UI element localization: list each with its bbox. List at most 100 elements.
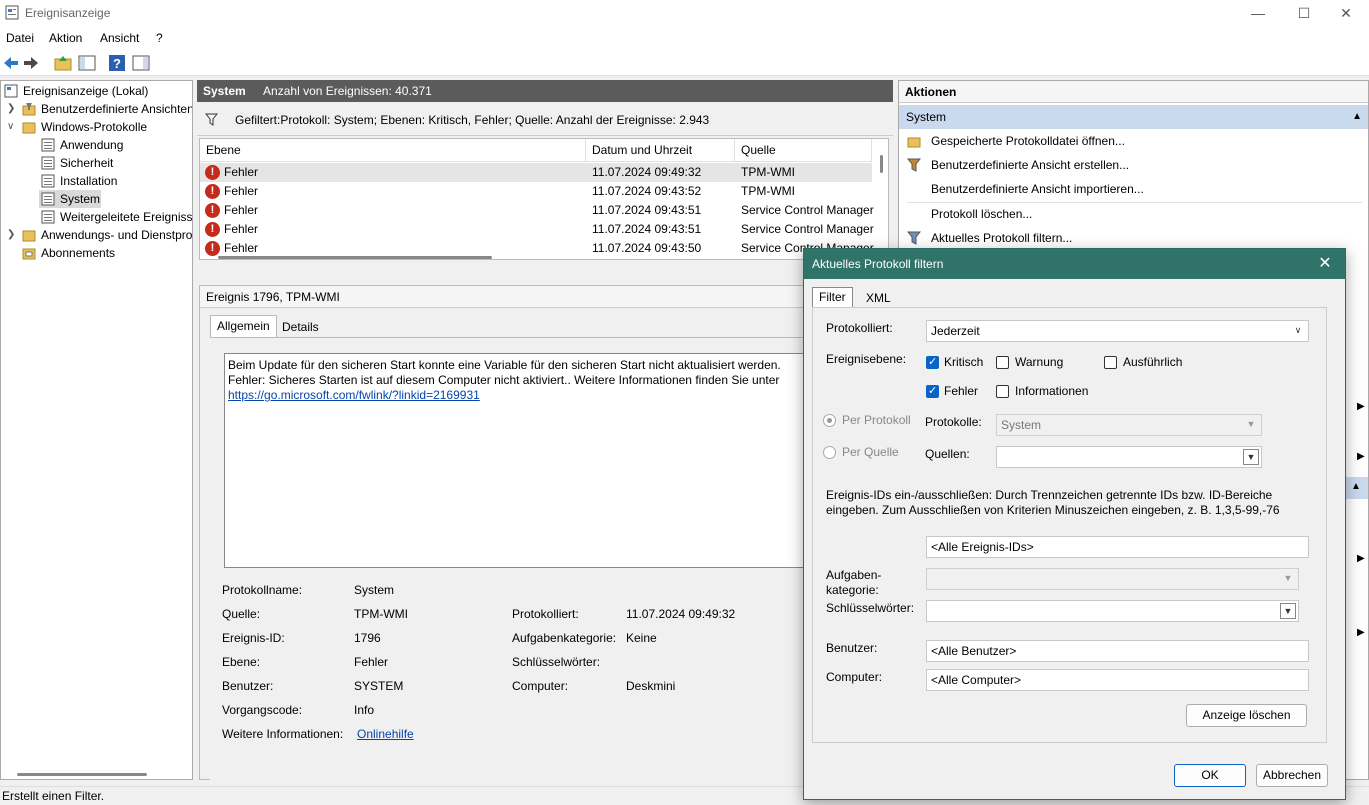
event-viewer-icon <box>4 84 18 98</box>
table-row[interactable]: ! Fehler 11.07.2024 09:43:52 TPM-WMI <box>200 182 872 201</box>
chevron-down-icon[interactable]: ▼ <box>1280 571 1296 587</box>
collapse-up-icon[interactable]: ▲ <box>1351 481 1361 492</box>
radio-by-log[interactable] <box>823 414 836 427</box>
menu-aktion[interactable]: Aktion <box>49 31 82 45</box>
event-help-link[interactable]: https://go.microsoft.com/fwlink/?linkid=… <box>228 388 480 402</box>
chevron-down-icon[interactable]: ▼ <box>1280 603 1296 619</box>
filter-icon <box>907 231 921 245</box>
forward-arrow-icon[interactable] <box>22 54 40 72</box>
center-pane: System Anzahl von Ereignissen: 40.371 Ge… <box>197 80 893 781</box>
chevron-right-icon[interactable]: ▶ <box>1357 401 1365 412</box>
checkbox-critical[interactable] <box>926 355 939 369</box>
menu-datei[interactable]: Datei <box>6 31 34 45</box>
subscriptions-icon <box>22 248 36 260</box>
chevron-right-icon[interactable]: ▶ <box>1357 627 1365 638</box>
event-description: Beim Update für den sicheren Start konnt… <box>224 353 824 568</box>
radio-by-source[interactable] <box>823 446 836 459</box>
open-folder-icon <box>907 137 921 148</box>
folder-filter-icon <box>22 103 36 116</box>
tree-subscriptions[interactable]: Abonnements <box>1 244 192 262</box>
tree-root[interactable]: Ereignisanzeige (Lokal) <box>1 82 192 100</box>
user-input[interactable]: <Alle Benutzer> <box>926 640 1309 662</box>
checkbox-error[interactable] <box>926 384 939 398</box>
close-icon[interactable]: ✕ <box>1313 249 1337 279</box>
filter-text: Gefiltert:Protokoll: System; Ebenen: Kri… <box>235 113 710 127</box>
column-header-source[interactable]: Quelle <box>735 139 872 162</box>
event-list: Ebene Datum und Uhrzeit Quelle ! Fehler … <box>199 138 889 260</box>
filter-icon <box>907 158 921 172</box>
help-icon[interactable]: ? <box>108 54 126 72</box>
tab-filter[interactable]: Filter <box>812 287 853 307</box>
close-window-button[interactable]: ✕ <box>1323 0 1369 27</box>
chevron-down-icon[interactable]: ▼ <box>1243 417 1259 433</box>
chevron-right-icon[interactable]: ❯ <box>7 226 15 244</box>
chevron-down-icon[interactable]: ▼ <box>1243 449 1259 465</box>
chevron-right-icon[interactable]: ▶ <box>1357 553 1365 564</box>
table-row[interactable]: ! Fehler 11.07.2024 09:43:51 Service Con… <box>200 220 874 239</box>
menu-help[interactable]: ? <box>156 31 163 45</box>
computer-input[interactable]: <Alle Computer> <box>926 669 1309 691</box>
actions-title: Aktionen <box>899 81 1368 103</box>
tab-allgemein[interactable]: Allgemein <box>210 315 277 337</box>
tree-app-service-logs[interactable]: ❯ Anwendungs- und Dienstprotokolle <box>1 226 192 244</box>
log-icon <box>41 174 55 188</box>
checkbox-verbose[interactable] <box>1104 356 1117 369</box>
event-viewer-icon <box>5 5 19 20</box>
tree-windows-logs[interactable]: ∨ Windows-Protokolle <box>1 118 192 136</box>
column-header-date[interactable]: Datum und Uhrzeit <box>586 139 735 162</box>
toolbar: ? <box>0 49 1369 76</box>
collapse-up-icon[interactable]: ▲ <box>1352 105 1362 129</box>
list-horizontal-scrollbar[interactable] <box>218 256 492 259</box>
filter-bar: Gefiltert:Protokoll: System; Ebenen: Kri… <box>197 104 893 136</box>
table-row[interactable]: ! Fehler 11.07.2024 09:49:32 TPM-WMI <box>200 163 872 182</box>
folder-icon <box>22 230 36 242</box>
event-ids-input[interactable]: <Alle Ereignis-IDs> <box>926 536 1309 558</box>
ok-button[interactable]: OK <box>1174 764 1246 787</box>
show-hide-tree-icon[interactable] <box>78 54 96 72</box>
chevron-right-icon[interactable]: ❯ <box>7 100 15 118</box>
actions-section-event[interactable]: ▲ <box>1343 477 1368 499</box>
task-category-select[interactable]: ▼ <box>926 568 1299 590</box>
checkbox-info[interactable] <box>996 385 1009 398</box>
logs-select[interactable]: System ▼ <box>996 414 1262 436</box>
tree-log-forwarded[interactable]: Weitergeleitete Ereignisse <box>1 208 192 226</box>
checkbox-warning[interactable] <box>996 356 1009 369</box>
log-title: System <box>203 84 246 98</box>
cancel-button[interactable]: Abbrechen <box>1256 764 1328 787</box>
tree-log-installation[interactable]: Installation <box>1 172 192 190</box>
logged-select[interactable]: Jederzeit ∨ <box>926 320 1309 342</box>
chevron-down-icon[interactable]: ∨ <box>1290 323 1306 339</box>
table-row[interactable]: ! Fehler 11.07.2024 09:43:51 Service Con… <box>200 201 874 220</box>
tree-log-anwendung[interactable]: Anwendung <box>1 136 192 154</box>
log-header: System Anzahl von Ereignissen: 40.371 <box>197 80 893 102</box>
window-title: Ereignisanzeige <box>25 6 111 20</box>
clear-filter-button[interactable]: Anzeige löschen <box>1186 704 1307 727</box>
log-icon <box>41 192 55 206</box>
error-icon: ! <box>205 222 220 237</box>
tree-custom-views[interactable]: ❯ Benutzerdefinierte Ansichten <box>1 100 192 118</box>
chevron-down-icon[interactable]: ∨ <box>7 118 14 136</box>
online-help-link[interactable]: Onlinehilfe <box>357 727 414 741</box>
folder-icon <box>22 122 36 134</box>
sources-select[interactable]: ▼ <box>996 446 1262 468</box>
column-header-level[interactable]: Ebene <box>200 139 586 162</box>
folder-up-icon[interactable] <box>54 54 72 72</box>
tree-horizontal-scrollbar[interactable] <box>17 773 147 776</box>
list-vertical-scrollbar[interactable] <box>880 155 883 173</box>
tab-details[interactable]: Details <box>276 317 325 339</box>
chevron-right-icon[interactable]: ▶ <box>1357 451 1365 462</box>
tree-log-system[interactable]: System <box>39 190 101 208</box>
tab-xml[interactable]: XML <box>860 289 897 309</box>
navigation-tree: Ereignisanzeige (Lokal) ❯ Benutzerdefini… <box>0 80 193 780</box>
maximize-button[interactable]: ☐ <box>1281 0 1327 27</box>
log-icon <box>41 138 55 152</box>
menu-ansicht[interactable]: Ansicht <box>100 31 139 45</box>
svg-text:?: ? <box>113 56 121 71</box>
actions-section-system[interactable]: System ▲ <box>899 105 1368 129</box>
back-arrow-icon[interactable] <box>2 54 20 72</box>
filter-dialog: Aktuelles Protokoll filtern ✕ Filter XML… <box>803 248 1346 800</box>
keywords-select[interactable]: ▼ <box>926 600 1299 622</box>
show-hide-actions-icon[interactable] <box>132 54 150 72</box>
tree-log-sicherheit[interactable]: Sicherheit <box>1 154 192 172</box>
minimize-button[interactable]: — <box>1235 0 1281 27</box>
